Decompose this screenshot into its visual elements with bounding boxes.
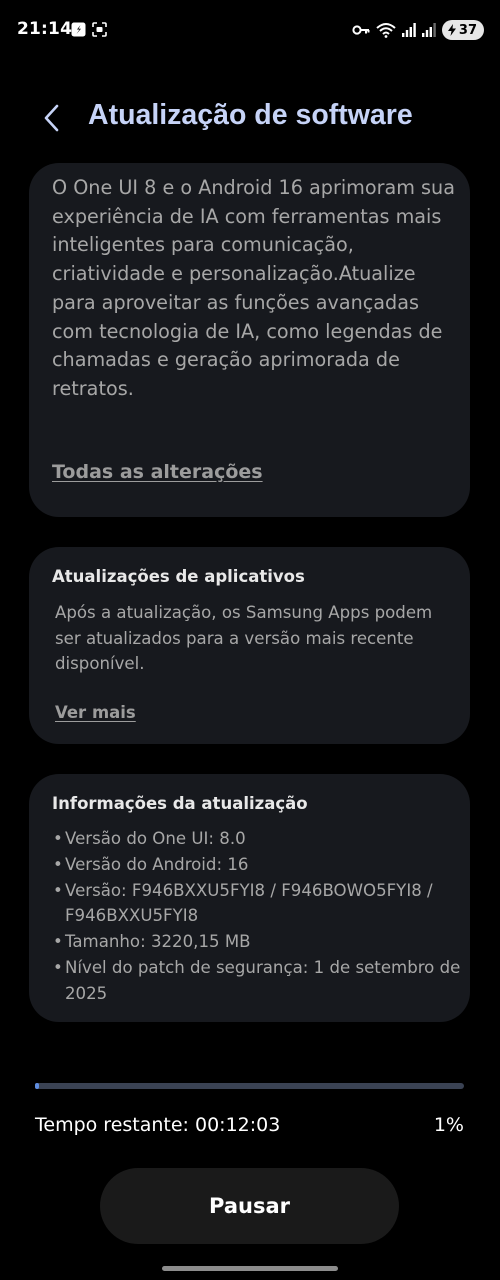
list-item: Tamanho: 3220,15 MB <box>53 929 463 955</box>
app-updates-body: Após a atualização, os Samsung Apps pode… <box>55 603 433 673</box>
status-bar: 21:14 37 <box>0 0 500 62</box>
battery-level: 37 <box>458 22 477 38</box>
update-info-list: Versão do One UI: 8.0 Versão do Android:… <box>53 826 463 1007</box>
update-info-card: Informações da atualização Versão do One… <box>29 774 470 1022</box>
app-updates-card: Atualizações de aplicativos Após a atual… <box>29 547 470 744</box>
all-changes-link[interactable]: Todas as alterações <box>52 461 263 483</box>
update-info-title: Informações da atualização <box>52 794 308 813</box>
list-item: Versão do Android: 16 <box>53 852 463 878</box>
pause-button[interactable]: Pausar <box>100 1168 399 1244</box>
release-notes-description: O One UI 8 e o Android 16 aprimoram sua … <box>52 176 455 400</box>
screen-capture-icon <box>92 22 107 37</box>
chevron-left-icon <box>44 104 59 132</box>
back-button[interactable] <box>36 100 66 136</box>
progress-bar <box>35 1083 464 1089</box>
see-more-link[interactable]: Ver mais <box>55 703 136 722</box>
wifi-icon <box>376 23 396 38</box>
key-icon <box>352 25 370 35</box>
music-note-icon <box>71 22 86 37</box>
page-title: Atualização de software <box>88 99 413 131</box>
home-indicator[interactable] <box>162 1266 338 1271</box>
signal-icon <box>401 23 416 37</box>
progress-fill <box>35 1083 40 1089</box>
signal-icon <box>421 23 436 37</box>
status-time: 21:14 <box>17 19 73 39</box>
release-notes-card: O One UI 8 e o Android 16 aprimoram sua … <box>29 163 470 517</box>
list-item: Nível do patch de segurança: 1 de setemb… <box>53 955 463 1007</box>
time-remaining: Tempo restante: 00:12:03 <box>35 1114 281 1136</box>
charging-icon <box>447 24 456 36</box>
status-icons: 37 <box>352 19 484 41</box>
app-updates-title: Atualizações de aplicativos <box>52 567 305 586</box>
progress-percent: 1% <box>433 1114 464 1136</box>
list-item: Versão do One UI: 8.0 <box>53 826 463 852</box>
battery-icon: 37 <box>441 20 484 40</box>
list-item: Versão: F946BXXU5FYI8 / F946BOWO5FYI8 / … <box>53 878 463 930</box>
